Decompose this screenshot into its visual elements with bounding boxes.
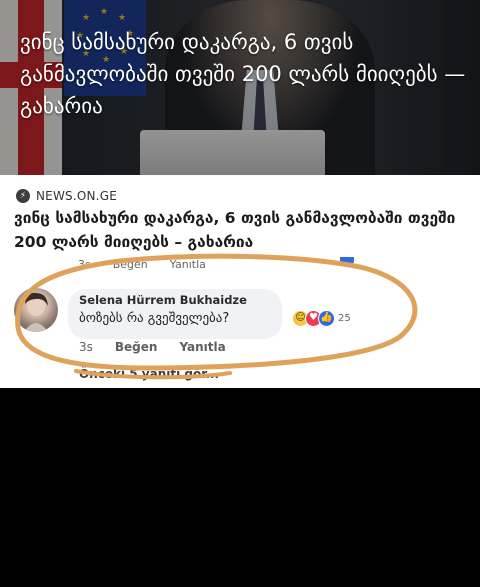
previous-reply-link[interactable]: Yanıtla	[170, 258, 206, 272]
previous-like-link[interactable]: Beğen	[113, 258, 148, 272]
comment-text: ბოზებს რა გვეშველება?	[79, 311, 230, 326]
avatar[interactable]	[14, 288, 58, 332]
view-previous-replies-link[interactable]: Önceki 5 yanıtı gör...	[79, 367, 219, 381]
previous-like-icon	[340, 257, 354, 267]
reply-link[interactable]: Yanıtla	[179, 340, 225, 354]
lightning-bolt-icon: ⚡	[16, 189, 30, 203]
like-link[interactable]: Beğen	[115, 340, 158, 354]
hero-title: ვინც სამსახური დაკარგა, 6 თვის განმავლობ…	[20, 30, 466, 118]
comment-actions: 3s Beğen Yanıtla	[79, 340, 226, 354]
link-headline[interactable]: ვინც სამსახური დაკარგა, 6 თვის განმავლობ…	[14, 206, 474, 254]
comment-author[interactable]: Selena Hürrem Bukhaidze	[79, 293, 247, 307]
hero-image[interactable]: ★ ★ ★ ★ ★ ★ ★ ★ ვინც სამსახური დაკარგა, …	[0, 0, 480, 175]
source-line[interactable]: ⚡ NEWS.ON.GE	[16, 187, 117, 205]
previous-comment-actions: 3s Beğen Yanıtla	[78, 258, 206, 272]
previous-comment-time: 3s	[78, 258, 91, 271]
comment-time: 3s	[79, 340, 93, 354]
reaction-count: 25	[338, 312, 351, 324]
source-domain: NEWS.ON.GE	[36, 189, 117, 203]
reaction-summary[interactable]: ☺ ♥ 👍 25	[292, 308, 351, 328]
like-icon: 👍	[318, 309, 335, 327]
link-card[interactable]: ⚡ NEWS.ON.GE ვინც სამსახური დაკარგა, 6 თ…	[0, 175, 480, 388]
